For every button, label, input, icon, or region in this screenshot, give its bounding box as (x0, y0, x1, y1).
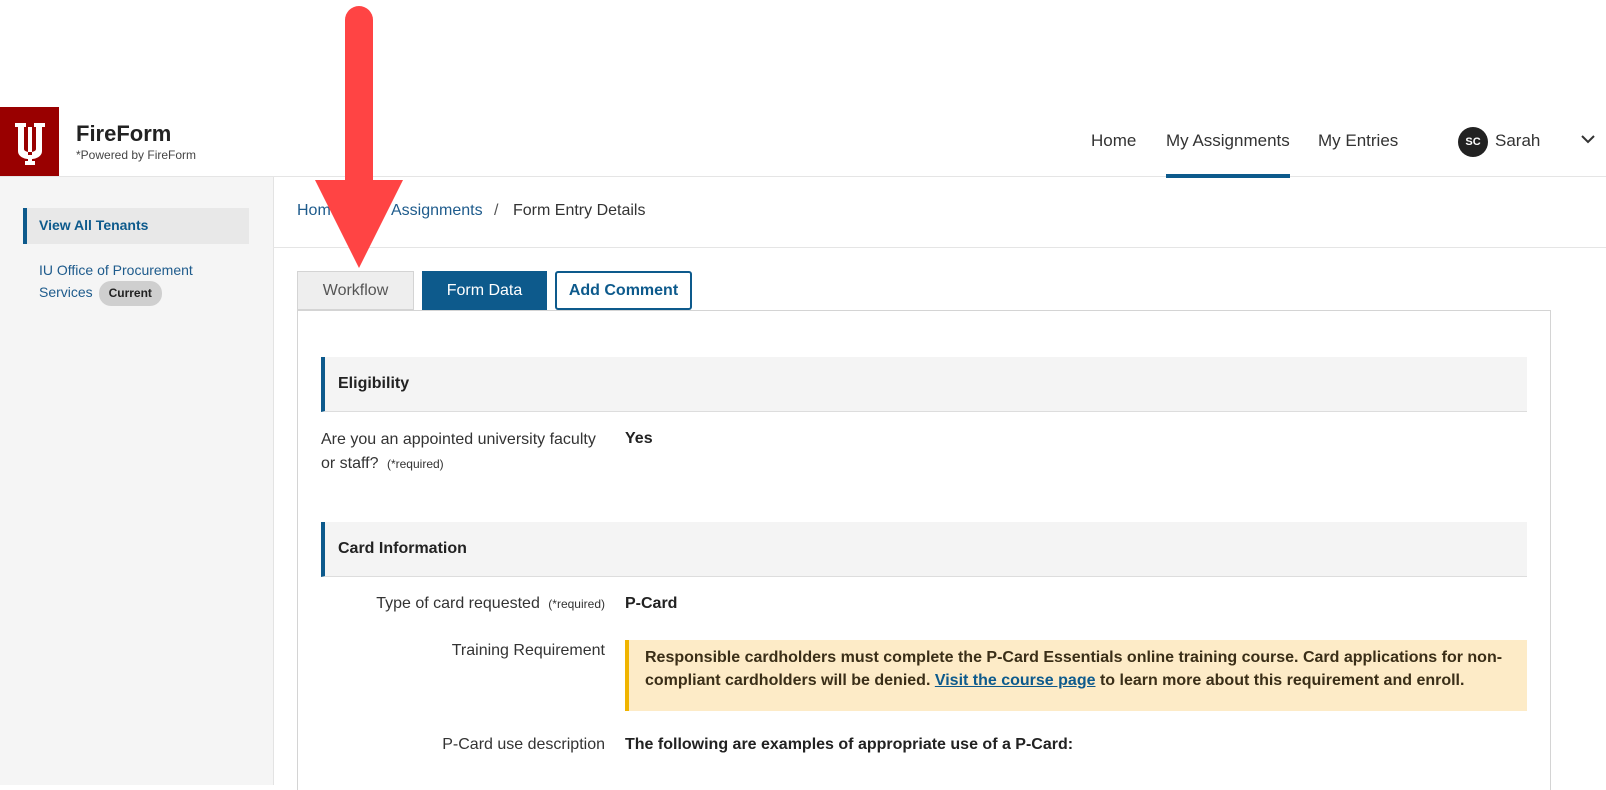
eligibility-question: Are you an appointed university faculty … (321, 428, 611, 476)
pcard-use-label: P-Card use description (442, 736, 605, 753)
current-badge: Current (98, 281, 162, 306)
pcard-use-text: The following are examples of appropriat… (625, 736, 1074, 753)
app-subtitle: *Powered by FireForm (76, 148, 197, 162)
nav-my-assignments[interactable]: My Assignments (1166, 131, 1290, 178)
required-marker: (*required) (548, 597, 605, 611)
breadcrumb-separator: / (494, 202, 499, 219)
required-marker: (*required) (386, 457, 444, 471)
add-comment-button[interactable]: Add Comment (555, 271, 692, 310)
course-page-link[interactable]: Visit the course page (935, 672, 1096, 689)
avatar[interactable]: SC (1458, 127, 1488, 157)
nav-home[interactable]: Home (1091, 131, 1136, 151)
chevron-down-icon[interactable] (1580, 133, 1596, 145)
eligibility-answer: Yes (625, 430, 653, 447)
notice-text-end: to learn more about this requirement and… (1095, 672, 1465, 689)
training-requirement-label: Training Requirement (451, 642, 605, 659)
tab-workflow[interactable]: Workflow (297, 271, 414, 310)
section-title: Eligibility (338, 375, 410, 392)
card-type-label: Type of card requested (*required) (321, 595, 605, 613)
sidebar: View All Tenants IU Office of Procuremen… (0, 177, 274, 785)
section-card-information: Card Information (321, 522, 1527, 577)
card-type-answer: P-Card (625, 595, 678, 612)
sidebar-item-tenant[interactable]: IU Office of Procurement Services Curren… (39, 260, 239, 306)
sidebar-item-view-all-tenants[interactable]: View All Tenants (23, 208, 249, 244)
breadcrumb-assignments[interactable]: Assignments (391, 202, 483, 220)
section-title: Card Information (338, 540, 467, 557)
sidebar-item-label: View All Tenants (39, 217, 149, 233)
tab-form-data[interactable]: Form Data (422, 271, 547, 310)
top-header: FireForm *Powered by FireForm Home My As… (0, 107, 1606, 178)
question-text: Are you an appointed university faculty … (321, 431, 596, 472)
breadcrumb-current: Form Entry Details (513, 202, 646, 219)
iu-trident-icon[interactable] (0, 107, 59, 176)
training-notice: Responsible cardholders must complete th… (625, 640, 1527, 711)
user-name[interactable]: Sarah (1495, 131, 1540, 151)
breadcrumb-home[interactable]: Home (297, 202, 340, 220)
nav-my-entries[interactable]: My Entries (1318, 131, 1398, 151)
app-title: FireForm (76, 121, 172, 146)
section-eligibility: Eligibility (321, 357, 1527, 412)
breadcrumb: Home Assignments / Form Entry Details (273, 177, 1606, 248)
label-text: Type of card requested (376, 595, 540, 612)
